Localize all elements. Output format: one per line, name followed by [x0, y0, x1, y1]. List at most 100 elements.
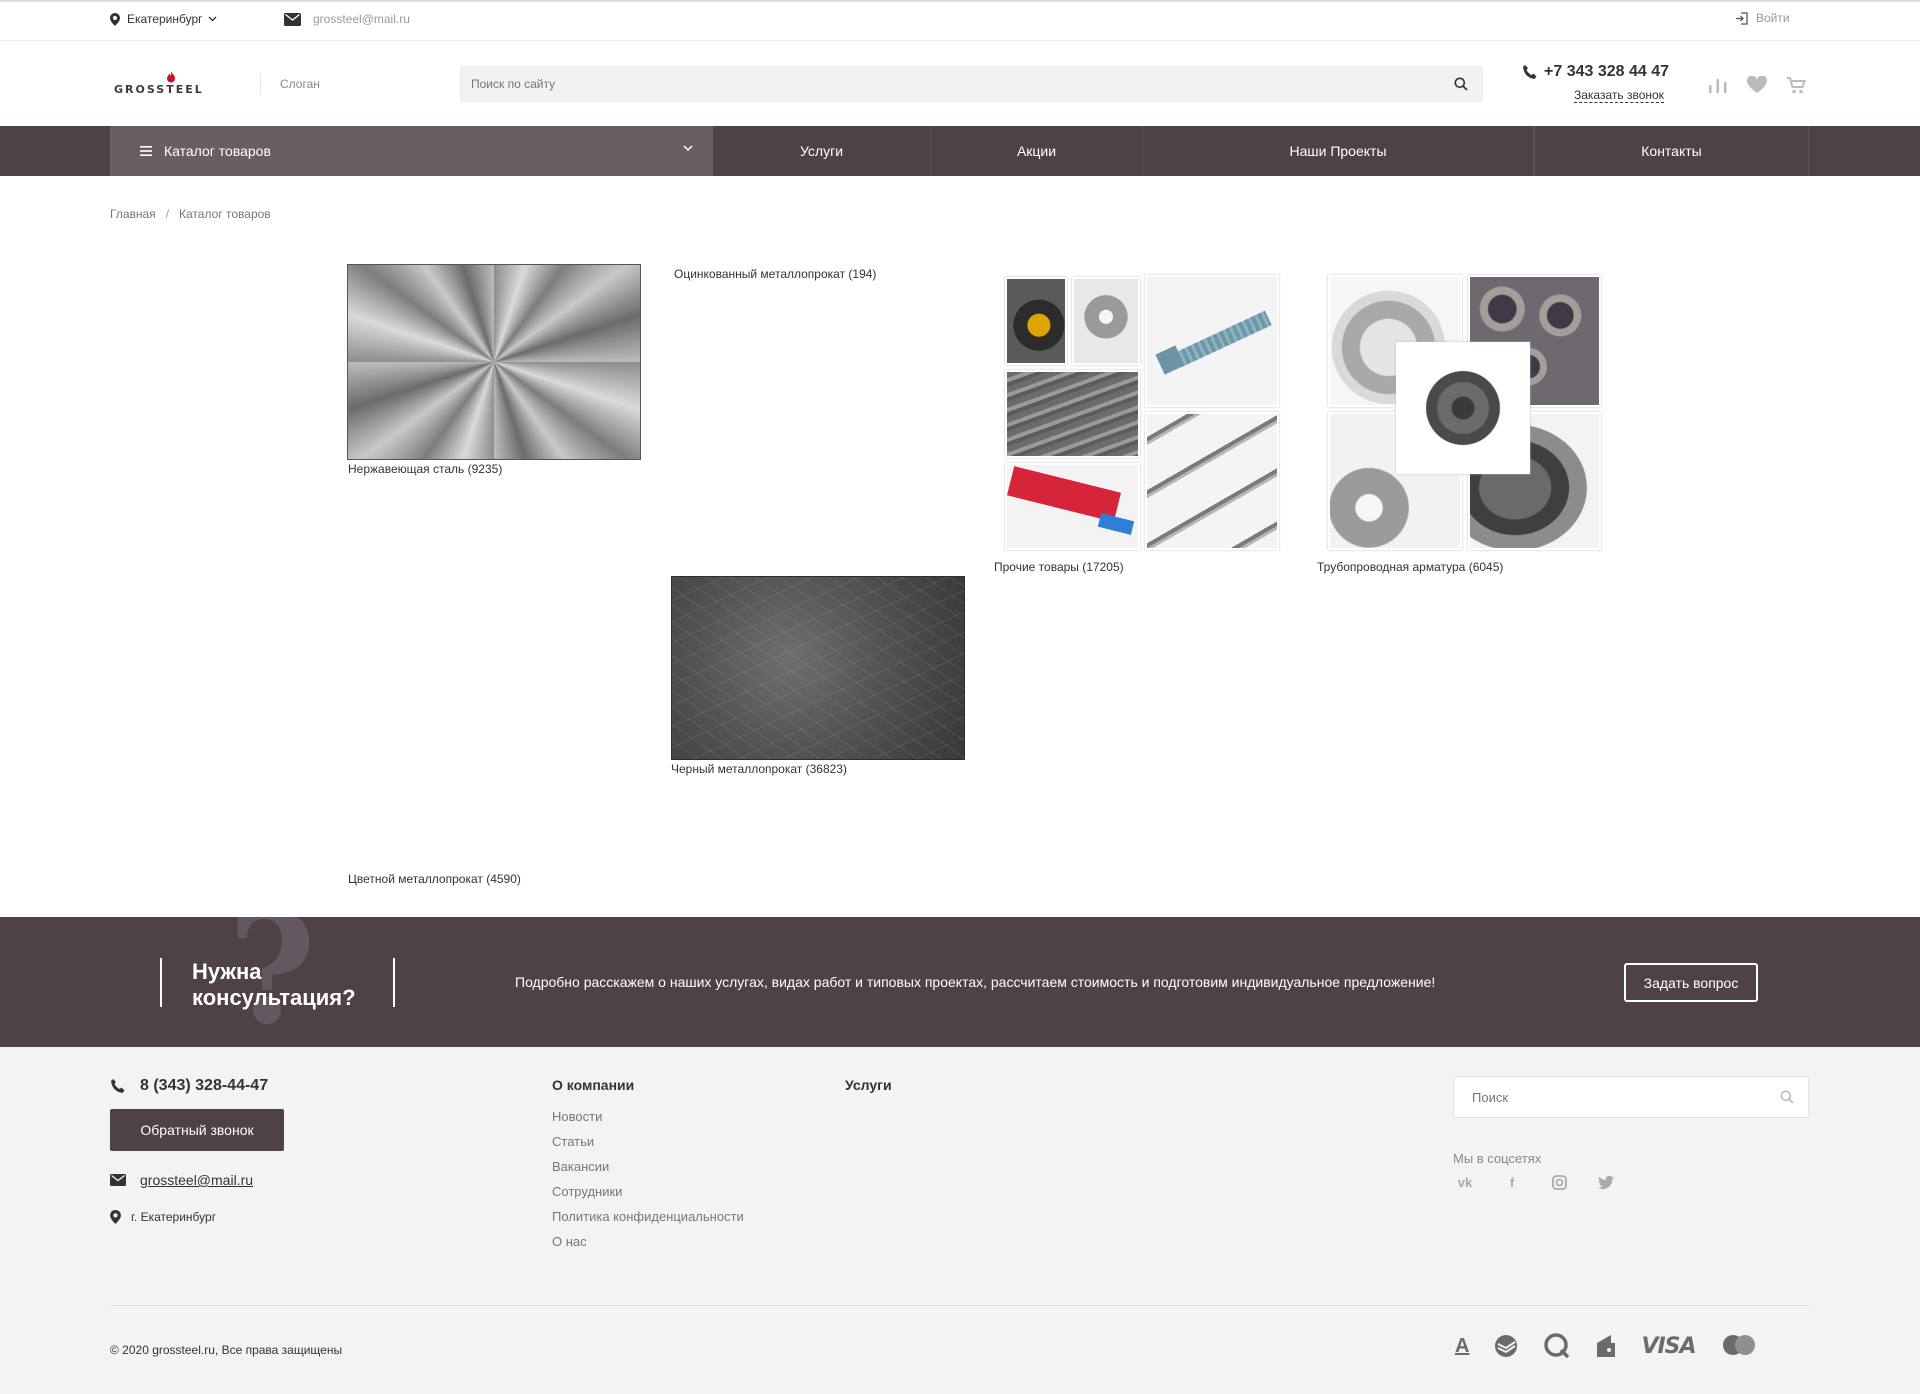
footer-email-label: grossteel@mail.ru [140, 1172, 254, 1188]
payment-icons: A VISA [1455, 1332, 1782, 1360]
footer-address: г. Екатеринбург [110, 1210, 216, 1224]
breadcrumb: Главная / Каталог товаров [110, 207, 271, 221]
header: GROSSTEEL Слоган +7 343 328 44 47 Заказа… [0, 41, 1920, 126]
category-galvanized[interactable]: Оцинкованный металлопрокат (194) [674, 267, 876, 281]
category-pipe-fittings[interactable]: Трубопроводная арматура (6045) [1317, 560, 1503, 574]
category-stainless-steel[interactable]: Нержавеющая сталь (9235) [348, 462, 502, 476]
consult-title: Нужна консультация? [192, 959, 356, 1011]
login-label: Войти [1756, 11, 1790, 25]
category-black-metal[interactable]: Черный металлопрокат (36823) [671, 762, 847, 776]
nav-item-promotions[interactable]: Акции [931, 126, 1143, 176]
top-shadow [0, 0, 1920, 3]
login-icon [1736, 11, 1748, 25]
header-icons [1708, 75, 1824, 95]
other-goods-image[interactable] [1000, 272, 1282, 552]
nav-item-services[interactable]: Услуги [713, 126, 931, 176]
consult-title-line2: консультация? [192, 985, 356, 1010]
visa-icon: VISA [1641, 1333, 1696, 1359]
breadcrumb-separator: / [165, 207, 170, 221]
logo[interactable]: GROSSTEEL [114, 71, 234, 97]
top-email[interactable]: grossteel@mail.ru [284, 12, 410, 26]
main-nav: Каталог товаров Услуги Акции Наши Проект… [0, 126, 1920, 176]
footer-phone[interactable]: 8 (343) 328-44-47 [110, 1077, 268, 1095]
footer-address-label: г. Екатеринбург [131, 1210, 217, 1224]
consult-title-line1: Нужна [192, 959, 262, 984]
nav-item-projects[interactable]: Наши Проекты [1143, 126, 1534, 176]
city-label: Екатеринбург [127, 12, 203, 26]
order-call-link[interactable]: Заказать звонок [1574, 88, 1664, 103]
logo-text: GROSSTEEL [114, 83, 204, 96]
instagram-icon[interactable] [1547, 1175, 1571, 1190]
footer-link-articles[interactable]: Статьи [552, 1134, 744, 1159]
slings-tile [1005, 463, 1140, 550]
catalog-menu-label: Каталог товаров [164, 143, 271, 159]
chevron-down-icon [208, 16, 216, 22]
footer-company-title[interactable]: О компании [552, 1077, 634, 1093]
login-link[interactable]: Войти [1735, 11, 1790, 25]
consult-right-bar [393, 958, 395, 1007]
header-phone-number: +7 343 328 44 47 [1544, 63, 1670, 80]
phone-icon [1523, 65, 1537, 79]
breadcrumb-home[interactable]: Главная [110, 207, 156, 221]
footer-company-links: Новости Статьи Вакансии Сотрудники Полит… [552, 1109, 744, 1259]
copyright: © 2020 grossteel.ru, Все права защищены [110, 1343, 343, 1357]
page: Екатеринбург grossteel@mail.ru Войти GRO… [0, 0, 1920, 1394]
footer-link-news[interactable]: Новости [552, 1109, 744, 1134]
location-pin-icon [110, 12, 120, 26]
footer-services-title[interactable]: Услуги [845, 1077, 892, 1093]
top-bar: Екатеринбург grossteel@mail.ru Войти [0, 0, 1920, 41]
fittings-center-tile [1396, 342, 1530, 474]
consult-left-bar [160, 958, 162, 1007]
footer-link-privacy[interactable]: Политика конфиденциальности [552, 1209, 744, 1234]
social-links: vk f [1453, 1175, 1641, 1190]
threaded-rods-tile [1145, 412, 1279, 550]
compare-icon[interactable] [1708, 77, 1728, 93]
bolt-shape [1174, 310, 1272, 368]
footer-divider [110, 1305, 1810, 1306]
hooks-tile [1005, 277, 1067, 365]
stainless-steel-image[interactable] [347, 264, 641, 460]
phone-icon [111, 1079, 125, 1093]
sberbank-icon [1493, 1333, 1519, 1359]
city-selector[interactable]: Екатеринбург [110, 12, 224, 26]
cart-icon[interactable] [1786, 75, 1806, 95]
header-phone[interactable]: +7 343 328 44 47 [1522, 63, 1669, 81]
category-other-goods[interactable]: Прочие товары (17205) [994, 560, 1124, 574]
nav-item-contacts[interactable]: Контакты [1534, 126, 1809, 176]
footer-link-about[interactable]: О нас [552, 1234, 744, 1259]
footer-link-staff[interactable]: Сотрудники [552, 1184, 744, 1209]
nut-tile [1072, 277, 1140, 365]
envelope-icon [110, 1174, 126, 1186]
search-icon[interactable] [1454, 77, 1468, 91]
vk-icon[interactable]: vk [1453, 1175, 1477, 1190]
rods-tile [1005, 370, 1140, 458]
site-search [460, 66, 1483, 102]
site-search-input[interactable] [461, 67, 1411, 101]
footer-link-vacancies[interactable]: Вакансии [552, 1159, 744, 1184]
slogan-divider [260, 73, 261, 95]
chevron-down-icon [683, 145, 693, 152]
envelope-icon [284, 12, 301, 26]
footer-phone-number: 8 (343) 328-44-47 [140, 1077, 269, 1094]
ask-question-button[interactable]: Задать вопрос [1624, 963, 1758, 1002]
pipe-fittings-image[interactable] [1323, 272, 1603, 552]
hamburger-icon [140, 146, 152, 156]
breadcrumb-current: Каталог товаров [179, 207, 271, 221]
category-nonferrous[interactable]: Цветной металлопрокат (4590) [348, 872, 521, 886]
catalog-menu-button[interactable]: Каталог товаров [110, 126, 713, 176]
twitter-icon[interactable] [1594, 1176, 1618, 1189]
footer-search-input[interactable] [1454, 1077, 1754, 1117]
consult-text: Подробно расскажем о наших услугах, вида… [515, 974, 1436, 990]
top-email-label: grossteel@mail.ru [313, 12, 410, 26]
consultation-banner: ? Нужна консультация? Подробно расскажем… [0, 917, 1920, 1047]
footer-email[interactable]: grossteel@mail.ru [110, 1172, 253, 1188]
qiwi-icon [1543, 1332, 1571, 1360]
alfabank-icon: A [1455, 1334, 1470, 1357]
black-metal-image[interactable] [671, 576, 965, 760]
search-icon[interactable] [1780, 1090, 1794, 1104]
bolt-tile [1145, 275, 1279, 407]
facebook-icon[interactable]: f [1500, 1175, 1524, 1190]
callback-button[interactable]: Обратный звонок [110, 1109, 284, 1151]
favorites-heart-icon[interactable] [1746, 76, 1768, 94]
yandex-money-icon [1595, 1333, 1617, 1359]
